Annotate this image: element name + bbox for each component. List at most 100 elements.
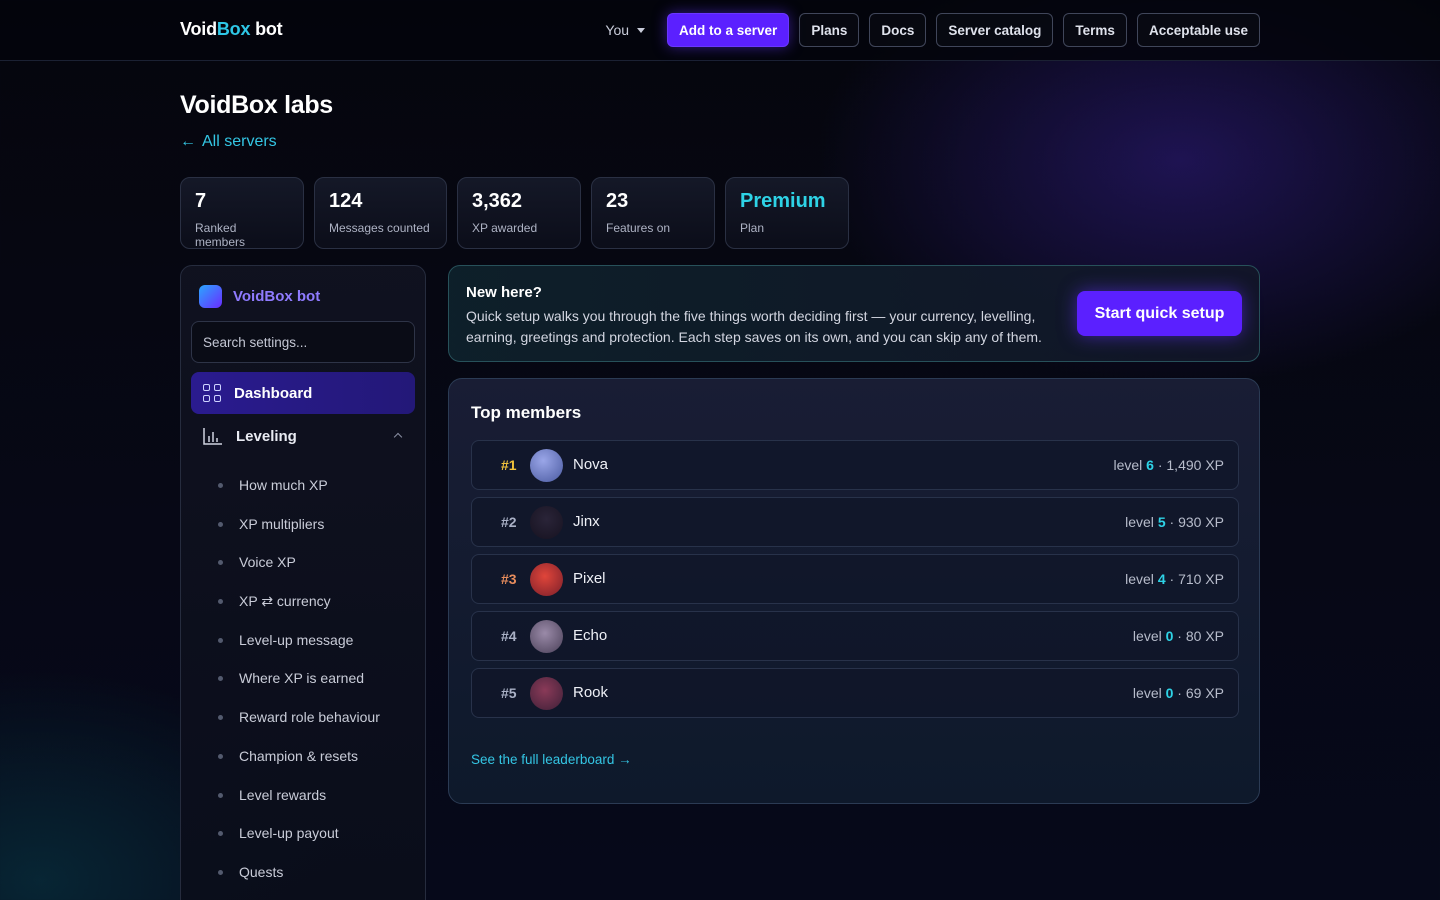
user-menu[interactable]: You xyxy=(601,22,657,38)
member-name: Pixel xyxy=(573,570,606,587)
sidebar-subitem-label: Voice XP xyxy=(239,554,296,570)
member-level: 0 xyxy=(1165,685,1174,701)
stat-label: Features on xyxy=(606,221,671,235)
sidebar-item-leveling[interactable]: Leveling xyxy=(191,416,415,456)
sidebar-subitem[interactable]: Reward role behaviour xyxy=(218,709,418,725)
sidebar-subitem[interactable]: Voice XP xyxy=(218,554,418,570)
member-level: 0 xyxy=(1165,628,1174,644)
sidebar-brand: VoidBox bot xyxy=(199,285,320,308)
docs-button[interactable]: Docs xyxy=(869,13,927,47)
sidebar-subitem[interactable]: Level-up payout xyxy=(218,825,418,841)
start-quick-setup-button[interactable]: Start quick setup xyxy=(1077,291,1242,336)
bullet-dot-icon xyxy=(218,559,223,565)
sidebar-subitem[interactable]: How much XP xyxy=(218,477,418,493)
stat-value: 7 xyxy=(195,190,207,212)
page-title: VoidBox labs xyxy=(180,91,333,119)
arrow-left-icon: ← xyxy=(180,133,196,150)
sidebar-subitem-label: Where XP is earned xyxy=(239,670,365,686)
member-row[interactable]: #4 Echo level 0 · 80 XP xyxy=(471,611,1239,661)
stat-card-ranked-members: 7 Ranked members xyxy=(180,177,304,249)
stat-value: 23 xyxy=(606,190,629,212)
stat-card-messages-counted: 124 Messages counted xyxy=(314,177,447,249)
separator-dot: · xyxy=(1157,457,1163,473)
sidebar-subitem-label: Reward role behaviour xyxy=(239,709,380,725)
sidebar-subitem-label: Level rewards xyxy=(239,787,327,803)
sidebar-subitem[interactable]: Champion & resets xyxy=(218,748,418,764)
sidebar-subitem[interactable]: Where XP is earned xyxy=(218,670,418,686)
member-row[interactable]: #3 Pixel level 4 · 710 XP xyxy=(471,554,1239,604)
member-xp: 69 XP xyxy=(1185,685,1224,701)
bullet-dot-icon xyxy=(218,830,223,836)
member-row[interactable]: #5 Rook level 0 · 69 XP xyxy=(471,668,1239,718)
stat-card-plan: Premium Plan xyxy=(725,177,849,249)
member-level-xp: level 0 · 69 XP xyxy=(1133,685,1224,701)
member-level-xp: level 5 · 930 XP xyxy=(1125,514,1224,530)
avatar xyxy=(530,563,563,596)
sidebar-subitem-label: Quests xyxy=(239,864,284,880)
member-xp: 80 XP xyxy=(1185,628,1224,644)
sidebar-subitem[interactable]: Level rewards xyxy=(218,787,418,803)
brand-logo[interactable]: VoidBox bot xyxy=(180,19,283,40)
sidebar-subitem[interactable]: XP multipliers xyxy=(218,516,418,532)
terms-button[interactable]: Terms xyxy=(1063,13,1127,47)
settings-sidebar: VoidBox bot Dashboard Leveling How much … xyxy=(180,265,426,900)
stat-label: Plan xyxy=(740,221,765,235)
member-name: Echo xyxy=(573,627,608,644)
sidebar-subitem-label: How much XP xyxy=(239,477,328,493)
brand-text-bot: bot xyxy=(250,19,283,39)
server-catalog-button[interactable]: Server catalog xyxy=(936,13,1054,47)
avatar xyxy=(530,677,563,710)
sidebar-item-dashboard[interactable]: Dashboard xyxy=(191,372,415,414)
setup-description: Quick setup walks you through the five t… xyxy=(466,308,1042,345)
separator-dot: · xyxy=(1177,685,1182,701)
acceptable-use-button[interactable]: Acceptable use xyxy=(1136,13,1260,47)
member-row[interactable]: #1 Nova level 6 · 1,490 XP xyxy=(471,440,1239,490)
member-level-xp: level 6 · 1,490 XP xyxy=(1113,457,1224,473)
separator-dot: · xyxy=(1169,571,1175,587)
top-members-panel: Top members #1 Nova level 6 · 1,490 XP #2 Ji… xyxy=(448,378,1260,804)
stats-row: 7 Ranked members 124 Messages counted 3,… xyxy=(180,177,849,249)
member-xp: 930 XP xyxy=(1178,514,1224,530)
bar-chart-icon xyxy=(203,428,222,445)
member-rank: #5 xyxy=(501,685,517,701)
stat-value: Premium xyxy=(740,190,826,212)
member-row[interactable]: #2 Jinx level 5 · 930 XP xyxy=(471,497,1239,547)
sidebar-subitem-label: XP ⇄ currency xyxy=(239,593,331,609)
stat-label: Ranked members xyxy=(195,221,246,249)
avatar xyxy=(530,506,563,539)
bot-logo-icon xyxy=(199,285,222,308)
sidebar-subitem-label: XP multipliers xyxy=(239,516,325,532)
search-settings-input[interactable] xyxy=(191,321,415,363)
plans-button[interactable]: Plans xyxy=(799,13,860,47)
caret-down-icon xyxy=(637,27,646,33)
all-servers-link[interactable]: ← All servers xyxy=(180,133,277,151)
member-rank: #1 xyxy=(501,457,517,473)
all-servers-label: All servers xyxy=(202,133,277,150)
member-level-xp: level 0 · 80 XP xyxy=(1133,628,1224,644)
separator-dot: · xyxy=(1169,514,1175,530)
stat-card-features-on: 23 Features on xyxy=(591,177,715,249)
sidebar-subitem[interactable]: Level-up message xyxy=(218,632,418,648)
member-xp: 710 XP xyxy=(1178,571,1224,587)
setup-title: New here? xyxy=(466,284,542,301)
level-word: level xyxy=(1125,571,1154,587)
member-rank: #3 xyxy=(501,571,517,587)
chevron-up-icon[interactable] xyxy=(393,432,403,442)
sidebar-subitem[interactable]: XP ⇄ currency xyxy=(218,593,418,610)
bullet-dot-icon xyxy=(218,637,223,643)
avatar xyxy=(530,449,563,482)
bullet-dot-icon xyxy=(218,599,223,604)
sidebar-subitem[interactable]: Quests xyxy=(218,864,418,880)
full-leaderboard-link[interactable]: See the full leaderboard → xyxy=(471,752,632,767)
sidebar-item-label: Dashboard xyxy=(234,384,313,402)
avatar xyxy=(530,620,563,653)
member-name: Nova xyxy=(573,456,609,473)
add-to-server-button[interactable]: Add to a server xyxy=(667,13,790,47)
bullet-dot-icon xyxy=(218,675,223,681)
top-members-title: Top members xyxy=(471,403,582,422)
sidebar-brand-name: VoidBox bot xyxy=(233,288,321,305)
sidebar-item-label: Leveling xyxy=(236,427,297,445)
stat-value: 3,362 xyxy=(472,190,523,212)
bullet-dot-icon xyxy=(218,869,223,875)
sidebar-subitem-label: Level-up message xyxy=(239,632,354,648)
